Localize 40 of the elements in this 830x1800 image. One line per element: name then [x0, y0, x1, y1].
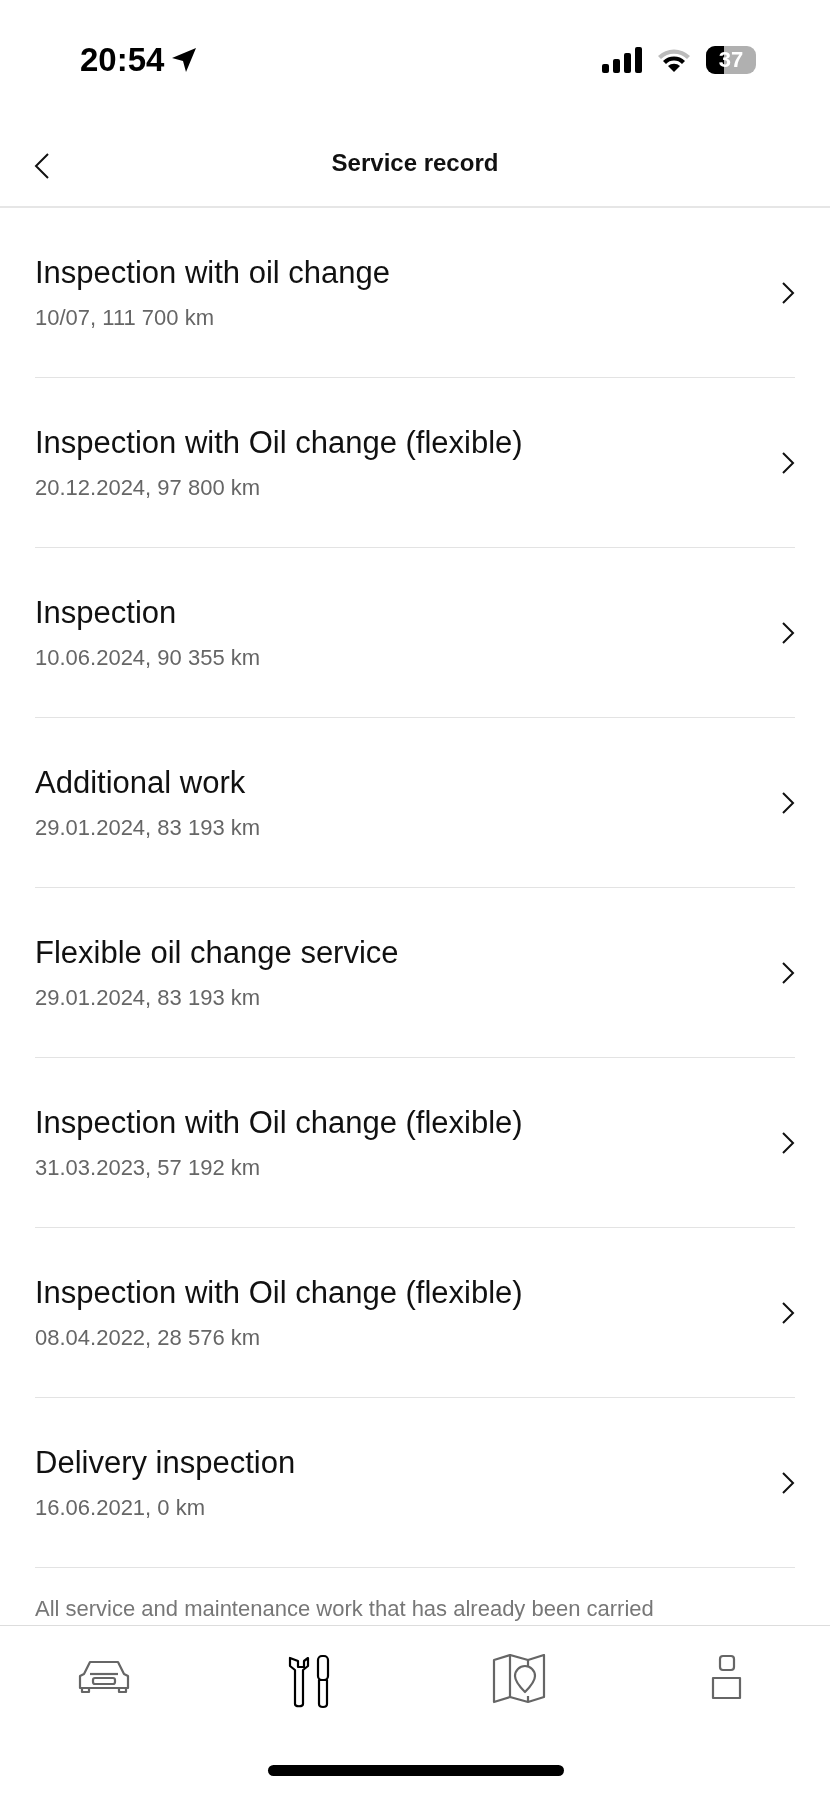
- record-title: Inspection with Oil change (flexible): [35, 424, 523, 461]
- map-pin-icon: [490, 1654, 547, 1704]
- service-record-item[interactable]: Inspection with Oil change (flexible) 08.04.2022, 28 576 km: [35, 1228, 795, 1398]
- chevron-right-icon: [781, 280, 795, 305]
- chevron-right-icon: [781, 1470, 795, 1495]
- service-record-item[interactable]: Delivery inspection 16.06.2021, 0 km: [35, 1398, 795, 1568]
- chevron-right-icon: [781, 1130, 795, 1155]
- service-record-item[interactable]: Inspection with Oil change (flexible) 31.03.2023, 57 192 km: [35, 1058, 795, 1228]
- record-date-mileage: 29.01.2024, 83 193 km: [35, 984, 262, 1011]
- chevron-right-icon: [781, 790, 795, 815]
- service-record-item[interactable]: Additional work 29.01.2024, 83 193 km: [35, 718, 795, 888]
- record-title: Delivery inspection: [35, 1444, 296, 1481]
- record-date-mileage: 20.12.2024, 97 800 km: [35, 474, 262, 501]
- record-date-mileage: 29.01.2024, 83 193 km: [35, 814, 261, 841]
- record-date-mileage: 10/07, 111 700 km: [35, 304, 215, 331]
- record-title: Flexible oil change service: [35, 934, 399, 971]
- record-title: Inspection with Oil change (flexible): [35, 1104, 523, 1141]
- chevron-right-icon: [781, 1300, 795, 1325]
- status-time: 20:54: [80, 41, 165, 79]
- footer-note: All service and maintenance work that has already been carried: [35, 1596, 655, 1622]
- record-date-mileage: 08.04.2022, 28 576 km: [35, 1324, 262, 1351]
- record-date-mileage: 10.06.2024, 90 355 km: [35, 644, 261, 671]
- page-title: Service record: [331, 149, 499, 177]
- chevron-right-icon: [781, 620, 795, 645]
- back-chevron-icon: [34, 152, 50, 180]
- record-title: Inspection with Oil change (flexible): [35, 1274, 523, 1311]
- record-title: Inspection with oil change: [35, 254, 390, 291]
- chevron-right-icon: [781, 960, 795, 985]
- service-record-item[interactable]: Inspection 10.06.2024, 90 355 km: [35, 548, 795, 718]
- signal-icon: [602, 47, 642, 73]
- record-date-mileage: 31.03.2023, 57 192 km: [35, 1154, 262, 1181]
- service-record-item[interactable]: Inspection with oil change 10/07, 111 700 km: [35, 208, 795, 378]
- chevron-right-icon: [781, 450, 795, 475]
- location-arrow-icon: [170, 46, 199, 74]
- record-title: Inspection: [35, 594, 178, 631]
- record-date-mileage: 16.06.2021, 0 km: [35, 1494, 206, 1521]
- service-record-item[interactable]: Inspection with Oil change (flexible) 20.12.2024, 97 800 km: [35, 378, 795, 548]
- person-icon: [710, 1654, 743, 1700]
- service-record-item[interactable]: Flexible oil change service 29.01.2024, 83 193 km: [35, 888, 795, 1058]
- record-title: Additional work: [35, 764, 247, 801]
